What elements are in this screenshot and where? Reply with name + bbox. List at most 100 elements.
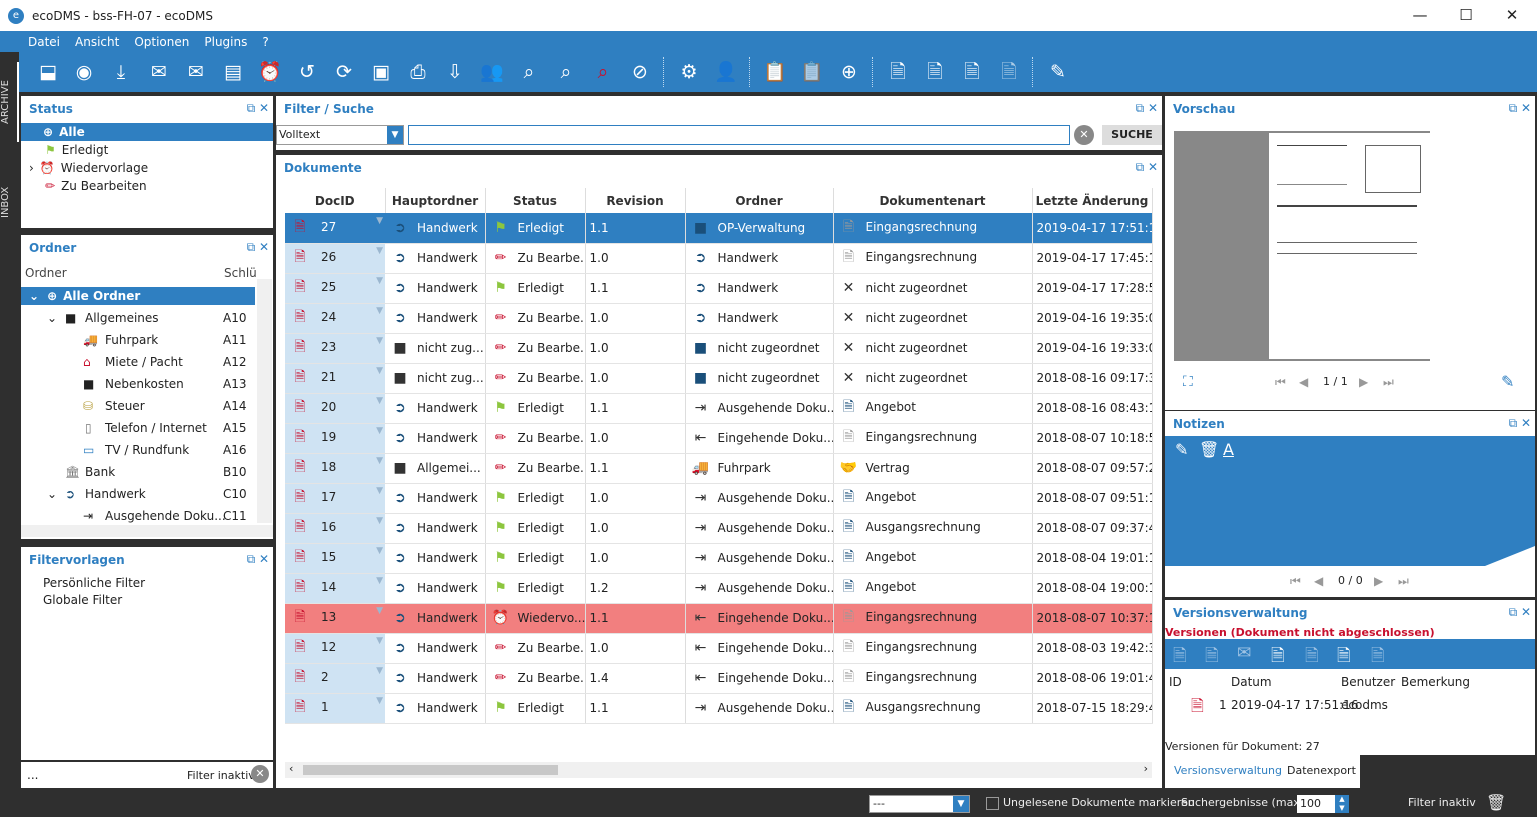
ordner-item[interactable]: ⛁ Steuer A14 bbox=[21, 397, 255, 415]
panel-float-close-icons[interactable]: ⧉ ✕ bbox=[1509, 605, 1531, 620]
cell-docid[interactable]: 🗎 13 ▼ bbox=[285, 603, 385, 634]
search-image-icon[interactable]: ⌕ bbox=[515, 58, 543, 86]
last-note-icon[interactable]: ⏭ bbox=[1398, 574, 1409, 589]
collapse-arrow-icon[interactable]: ⌄ bbox=[29, 289, 39, 303]
export-icon[interactable]: ⇩ bbox=[441, 58, 469, 86]
mail-link-icon[interactable]: ✉ bbox=[182, 58, 210, 86]
panel-float-close-icons[interactable]: ⧉ ✕ bbox=[247, 240, 269, 255]
ordner-col-name[interactable]: Ordner bbox=[25, 266, 67, 280]
cell-docid[interactable]: 🗎 24 ▼ bbox=[285, 303, 385, 334]
user-settings-icon[interactable]: 👤 bbox=[712, 58, 740, 86]
version-doc-icon[interactable]: 🗎 bbox=[1173, 643, 1187, 672]
trash-icon[interactable]: 🗑 bbox=[1486, 793, 1506, 812]
archive-icon[interactable]: ⬓ bbox=[34, 58, 62, 86]
col-letzte-aenderung[interactable]: Letzte Änderung bbox=[1032, 188, 1153, 213]
history-icon[interactable]: ↺ bbox=[293, 58, 321, 86]
scroll-right-icon[interactable]: › bbox=[1144, 762, 1148, 775]
cell-docid[interactable]: 🗎 2 ▼ bbox=[285, 663, 385, 694]
collapse-arrow-icon[interactable]: ⌄ bbox=[47, 485, 57, 503]
prev-note-icon[interactable]: ◀ bbox=[1314, 574, 1323, 588]
ordner-vertical-scrollbar[interactable] bbox=[257, 279, 272, 523]
status-item-erledigt[interactable]: ⚑ Erledigt bbox=[21, 141, 273, 159]
menu-optionen[interactable]: Optionen bbox=[134, 35, 189, 49]
cell-docid[interactable]: 🗎 25 ▼ bbox=[285, 273, 385, 304]
archive-tab[interactable]: ARCHIVE bbox=[0, 62, 19, 142]
row-dropdown-icon[interactable]: ▼ bbox=[376, 216, 383, 226]
next-page-icon[interactable]: ▶ bbox=[1359, 375, 1368, 389]
status-item-zu-bearbeiten[interactable]: ✏ Zu Bearbeiten bbox=[21, 177, 273, 195]
row-dropdown-icon[interactable]: ▼ bbox=[376, 666, 383, 676]
cell-docid[interactable]: 🗎 19 ▼ bbox=[285, 423, 385, 454]
search-input[interactable] bbox=[408, 125, 1070, 145]
table-row[interactable]: 🗎 27 ▼ ➲ Handwerk ⚑ Erledigt 1.1 ■ OP-Verwaltung 🗎… bbox=[285, 213, 1153, 244]
menu-help[interactable]: ? bbox=[262, 35, 268, 49]
version-delete-icon[interactable]: 🗎 bbox=[1371, 643, 1385, 672]
ordner-item[interactable]: ⌄ ➲ Handwerk C10 bbox=[21, 485, 255, 503]
ordner-item[interactable]: 🏛 Bank B10 bbox=[21, 463, 255, 481]
clipboard-icon[interactable]: 📋 bbox=[761, 58, 789, 86]
version-restore-icon[interactable]: 🗎 bbox=[1305, 643, 1319, 672]
cell-docid[interactable]: 🗎 26 ▼ bbox=[285, 243, 385, 274]
statusbar-combo[interactable]: --- ▼ bbox=[869, 795, 970, 813]
row-dropdown-icon[interactable]: ▼ bbox=[376, 606, 383, 616]
ordner-item[interactable]: ■ Nebenkosten A13 bbox=[21, 375, 255, 393]
tab-versionsverwaltung[interactable]: Versionsverwaltung bbox=[1174, 764, 1282, 777]
users-icon[interactable]: 👥 bbox=[478, 58, 506, 86]
clear-filter-icon[interactable]: ✕ bbox=[251, 765, 269, 783]
clear-search-icon[interactable]: ✕ bbox=[1074, 125, 1094, 145]
scroll-thumb[interactable] bbox=[303, 765, 558, 775]
edit-preview-icon[interactable]: ✎ bbox=[1501, 372, 1514, 391]
ordner-item[interactable]: ⌄ ■ Allgemeines A10 bbox=[21, 309, 255, 327]
ordner-item[interactable]: 🚚 Fuhrpark A11 bbox=[21, 331, 255, 349]
table-row[interactable]: 🗎 14 ▼ ➲ Handwerk ⚑ Erledigt 1.2 ⇥ Ausgehende Dok… bbox=[285, 573, 1153, 604]
mail-icon[interactable]: ✉ bbox=[145, 58, 173, 86]
panel-float-close-icons[interactable]: ⧉ ✕ bbox=[247, 552, 269, 567]
refresh-doc-icon[interactable]: ⟳ bbox=[330, 58, 358, 86]
col-hauptordner[interactable]: Hauptordner bbox=[385, 188, 486, 213]
document-icon[interactable]: 🗎 bbox=[884, 58, 912, 86]
row-dropdown-icon[interactable]: ▼ bbox=[376, 456, 383, 466]
ordner-item[interactable]: ▭ TV / Rundfunk A16 bbox=[21, 441, 255, 459]
row-dropdown-icon[interactable]: ▼ bbox=[376, 396, 383, 406]
table-row[interactable]: 🗎 20 ▼ ➲ Handwerk ⚑ Erledigt 1.1 ⇥ Ausgehende Dok… bbox=[285, 393, 1153, 424]
prev-page-icon[interactable]: ◀ bbox=[1299, 375, 1308, 389]
table-row[interactable]: 🗎 2 ▼ ➲ Handwerk ✏ Zu Bearbe... 1.4 ⇤ Eingehende … bbox=[285, 663, 1153, 694]
gear-icon[interactable]: ⚙ bbox=[675, 58, 703, 86]
notes-area[interactable]: ✎ 🗑 A bbox=[1165, 436, 1535, 566]
unread-checkbox[interactable] bbox=[986, 797, 999, 810]
table-row[interactable]: 🗎 21 ▼ ■ nicht zug... ✏ Zu Bearbe... 1.0 ■ nicht … bbox=[285, 363, 1153, 394]
version-compare-icon[interactable]: 🗎 bbox=[1205, 643, 1219, 672]
col-dokumentenart[interactable]: Dokumentenart bbox=[833, 188, 1033, 213]
collapse-arrow-icon[interactable]: ⌄ bbox=[47, 309, 57, 327]
cell-docid[interactable]: 🗎 16 ▼ bbox=[285, 513, 385, 544]
cell-docid[interactable]: 🗎 20 ▼ bbox=[285, 393, 385, 424]
filter-more[interactable]: ... bbox=[27, 768, 38, 782]
row-dropdown-icon[interactable]: ▼ bbox=[376, 486, 383, 496]
table-row[interactable]: 🗎 18 ▼ ■ Allgemei... ✏ Zu Bearbe... 1.1 🚚 Fuhrpar… bbox=[285, 453, 1153, 484]
note-edit-icon[interactable]: ✎ bbox=[1175, 440, 1188, 459]
cell-docid[interactable]: 🗎 15 ▼ bbox=[285, 543, 385, 574]
dropdown-arrow-icon[interactable]: ▼ bbox=[387, 126, 403, 144]
row-dropdown-icon[interactable]: ▼ bbox=[376, 336, 383, 346]
next-note-icon[interactable]: ▶ bbox=[1374, 574, 1383, 588]
table-row[interactable]: 🗎 17 ▼ ➲ Handwerk ⚑ Erledigt 1.0 ⇥ Ausgehende Dok… bbox=[285, 483, 1153, 514]
scroll-left-icon[interactable]: ‹ bbox=[289, 762, 293, 775]
table-row[interactable]: 🗎 25 ▼ ➲ Handwerk ⚑ Erledigt 1.1 ➲ Handwerk ✕ nicht… bbox=[285, 273, 1153, 304]
download-icon[interactable]: ⤓ bbox=[107, 58, 135, 86]
versions-col-datum[interactable]: Datum bbox=[1231, 675, 1272, 689]
row-dropdown-icon[interactable]: ▼ bbox=[376, 426, 383, 436]
ordner-item[interactable]: ▯ Telefon / Internet A15 bbox=[21, 419, 255, 437]
last-page-icon[interactable]: ⏭ bbox=[1383, 375, 1394, 390]
table-row[interactable]: 🗎 13 ▼ ➲ Handwerk ⏰ Wiedervo... 1.1 ⇤ Eingehende … bbox=[285, 603, 1153, 634]
ordner-item-alle[interactable]: ⌄ ⊕ Alle Ordner bbox=[21, 287, 255, 305]
row-dropdown-icon[interactable]: ▼ bbox=[376, 516, 383, 526]
versions-col-bemerkung[interactable]: Bemerkung bbox=[1401, 675, 1470, 689]
version-new-icon[interactable]: 🗎 bbox=[1271, 643, 1285, 672]
status-item-wiedervorlage[interactable]: › ⏰ Wiedervorlage bbox=[21, 159, 273, 177]
ordner-item[interactable]: ⇥ Ausgehende Doku... C11 bbox=[21, 507, 255, 525]
row-dropdown-icon[interactable]: ▼ bbox=[376, 306, 383, 316]
table-row[interactable]: 🗎 26 ▼ ➲ Handwerk ✏ Zu Bearbe... 1.0 ➲ Handwerk 🗎 E… bbox=[285, 243, 1153, 274]
menu-plugins[interactable]: Plugins bbox=[204, 35, 247, 49]
minimize-button[interactable]: — bbox=[1397, 0, 1443, 31]
search-mode-select[interactable]: Volltext ▼ bbox=[276, 125, 404, 145]
